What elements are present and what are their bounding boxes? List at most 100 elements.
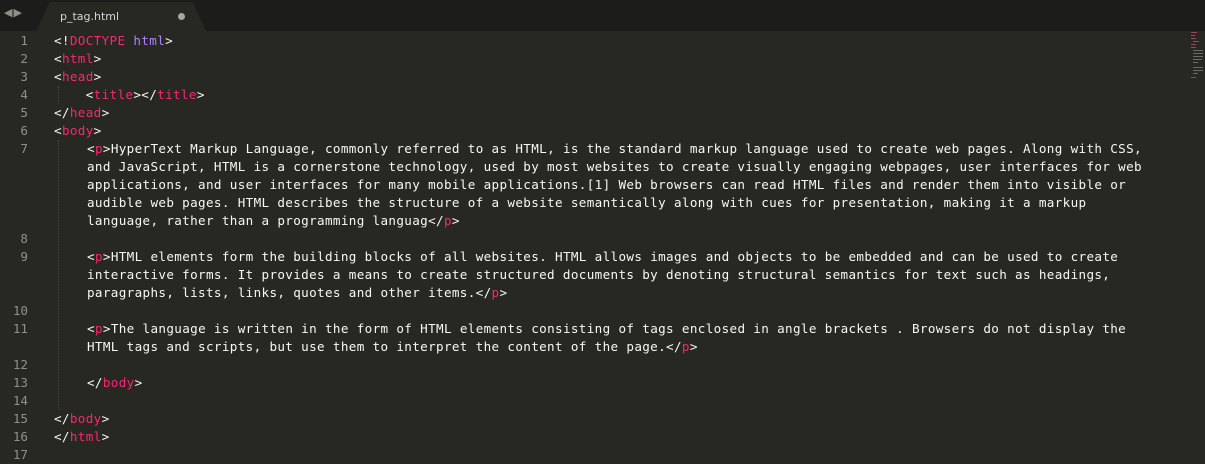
unsaved-dot-icon[interactable] <box>178 13 185 20</box>
text-content: paragraphs, lists, links, quotes and oth… <box>87 285 476 300</box>
minimap-line <box>1191 38 1196 39</box>
line-number: 17 <box>12 447 28 462</box>
punct: </ <box>666 339 682 354</box>
punct: > <box>102 321 111 336</box>
minimap-line <box>1193 53 1203 54</box>
punct: > <box>102 249 111 264</box>
tab-title: p_tag.html <box>60 10 120 23</box>
minimap-line <box>1191 44 1196 45</box>
code-line-16: </html> <box>54 428 110 446</box>
line-number: 4 <box>20 87 28 102</box>
tag-name: body <box>69 411 102 426</box>
line-number: 10 <box>12 303 28 318</box>
text-content: HTML tags and scripts, but use them to i… <box>87 339 667 354</box>
minimap-line <box>1191 35 1195 36</box>
punct: <! <box>54 33 70 48</box>
tab-nav: ◀▶ <box>4 6 23 19</box>
text-content: HyperText Markup Language, commonly refe… <box>110 141 1142 156</box>
code-line-7-wrap: audible web pages. HTML describes the st… <box>87 195 1087 210</box>
code-line-9-wrap: interactive forms. It provides a means t… <box>87 267 1111 282</box>
forward-arrow-icon[interactable]: ▶ <box>13 6 22 19</box>
minimap-line <box>1193 70 1203 71</box>
tag-name: body <box>102 375 135 390</box>
punct: > <box>93 123 102 138</box>
code-line-11-wrap: HTML tags and scripts, but use them to i… <box>87 338 698 356</box>
code-line-1: <!DOCTYPE html> <box>54 32 173 50</box>
line-number: 11 <box>12 321 28 336</box>
punct: < <box>54 123 62 138</box>
minimap-line <box>1193 50 1203 51</box>
code-line-3: <head> <box>54 68 102 86</box>
doctype-keyword: DOCTYPE <box>69 33 126 48</box>
tag-name: head <box>61 69 94 84</box>
punct: < <box>54 51 62 66</box>
punct: > <box>93 51 102 66</box>
code-line-7: <p>HyperText Markup Language, commonly r… <box>87 140 1142 158</box>
tag-name: p <box>681 339 690 354</box>
minimap-line <box>1191 47 1196 48</box>
punct: > <box>165 33 174 48</box>
punct: > <box>101 429 110 444</box>
code-editor[interactable]: 1 2 3 4 5 6 7 8 9 10 11 12 13 14 15 16 1… <box>0 31 1205 462</box>
tag-name: p <box>94 321 103 336</box>
punct: < <box>54 69 62 84</box>
tag-name: html <box>61 51 94 66</box>
minimap-line <box>1191 77 1196 78</box>
punct: > <box>451 213 460 228</box>
indent-guide <box>58 140 59 410</box>
punct: > <box>689 339 698 354</box>
line-number: 14 <box>12 393 28 408</box>
minimap-line <box>1193 59 1202 60</box>
punct: </ <box>87 375 103 390</box>
punct: < <box>87 141 95 156</box>
code-line-15: </body> <box>54 410 110 428</box>
line-number: 1 <box>20 33 28 48</box>
punct: > <box>196 87 205 102</box>
punct: < <box>87 321 95 336</box>
line-number: 8 <box>20 231 28 246</box>
code-line-9-wrap: paragraphs, lists, links, quotes and oth… <box>87 284 507 302</box>
line-number: 13 <box>12 375 28 390</box>
punct: < <box>85 87 94 102</box>
code-line-5: </head> <box>54 104 110 122</box>
minimap-line <box>1193 62 1198 63</box>
line-number: 5 <box>20 105 28 120</box>
tab-bar: ◀▶ p_tag.html <box>0 0 1205 31</box>
tag-name: title <box>157 87 197 102</box>
code-line-7-wrap: and JavaScript, HTML is a cornerstone te… <box>87 159 1142 174</box>
line-number: 9 <box>20 249 28 264</box>
punct: > <box>101 411 110 426</box>
tab-p-tag-html[interactable]: p_tag.html <box>36 2 206 31</box>
minimap-line <box>1193 56 1203 57</box>
punct: > <box>101 105 110 120</box>
code-line-7-wrap: applications, and user interfaces for ma… <box>87 177 1127 192</box>
line-number: 16 <box>12 429 28 444</box>
minimap-line <box>1193 73 1198 74</box>
line-number: 15 <box>12 411 28 426</box>
code-line-13: </body> <box>87 374 143 392</box>
tag-name: p <box>94 141 103 156</box>
line-number: 7 <box>20 141 28 156</box>
line-number: 6 <box>20 123 28 138</box>
code-line-2: <html> <box>54 50 102 68</box>
line-number: 12 <box>12 357 28 372</box>
tag-name: head <box>69 105 102 120</box>
punct: </ <box>54 429 70 444</box>
tag-name: html <box>69 429 102 444</box>
minimap-line <box>1191 32 1197 33</box>
punct: </ <box>475 285 492 300</box>
punct: </ <box>54 411 70 426</box>
line-number-gutter: 1 2 3 4 5 6 7 8 9 10 11 12 13 14 15 16 1… <box>0 31 36 462</box>
text-content: language, rather than a programming lang… <box>87 213 429 228</box>
tag-name: body <box>61 123 94 138</box>
text-content: HTML elements form the building blocks o… <box>110 249 1119 264</box>
code-line-6: <body> <box>54 122 102 140</box>
punct: </ <box>428 213 444 228</box>
punct: > <box>134 375 143 390</box>
minimap[interactable] <box>1191 31 1203 81</box>
code-line-9: <p>HTML elements form the building block… <box>87 248 1118 266</box>
punct: ></ <box>133 87 158 102</box>
tag-name: p <box>443 213 452 228</box>
text-content: The language is written in the form of H… <box>110 321 1127 336</box>
